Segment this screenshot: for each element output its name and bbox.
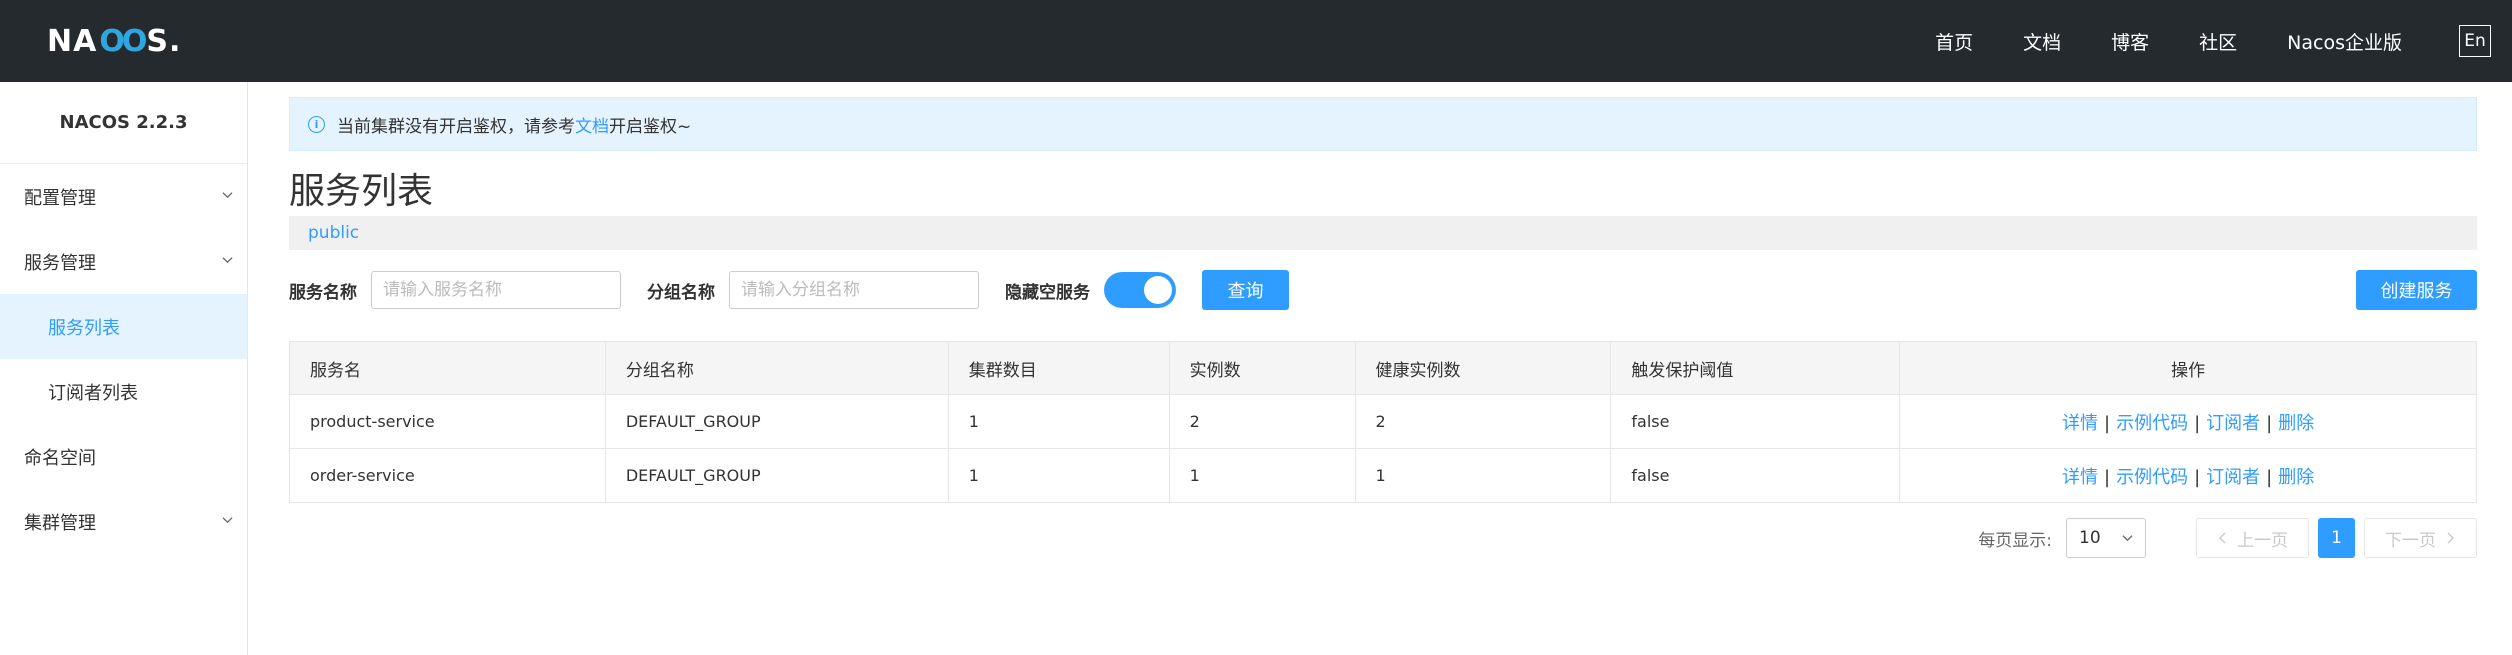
sidebar-item-label: 命名空间 (24, 447, 96, 469)
chevron-down-icon (222, 257, 233, 264)
table-header-row: 服务名 分组名称 集群数目 实例数 健康实例数 触发保护阈值 操作 (289, 341, 2477, 395)
nav-enterprise[interactable]: Nacos企业版 (2287, 28, 2402, 55)
logo-text-s: S (146, 23, 169, 59)
group-name-input[interactable] (729, 271, 979, 309)
cell-operations: 详情 | 示例代码 | 订阅者 | 删除 (1899, 394, 2477, 449)
cell-operations: 详情 | 示例代码 | 订阅者 | 删除 (1899, 448, 2477, 503)
nav-home[interactable]: 首页 (1935, 28, 1973, 55)
create-service-button[interactable]: 创建服务 (2356, 270, 2477, 310)
nav-docs[interactable]: 文档 (2023, 28, 2061, 55)
query-button[interactable]: 查询 (1202, 270, 1289, 310)
info-icon: i (308, 115, 325, 133)
col-healthy-instance-count: 健康实例数 (1354, 341, 1612, 395)
sidebar-item-label: 配置管理 (24, 187, 96, 209)
service-name-input[interactable] (371, 271, 621, 309)
nacos-logo[interactable]: NA OO S . (47, 22, 181, 60)
notice-text-before: 当前集群没有开启鉴权，请参考 (337, 116, 575, 137)
sidebar: NACOS 2.2.3 配置管理 服务管理 服务列表 订阅者列表 命名空间 集群… (0, 82, 248, 655)
cell-instance-count: 1 (1168, 448, 1356, 503)
pagination: 每页显示: 10 上一页 1 下一页 (1978, 518, 2477, 558)
sidebar-item-label: 服务管理 (24, 252, 96, 274)
logo-dot: . (168, 23, 182, 59)
sidebar-item-label: 集群管理 (24, 512, 96, 534)
group-name-label: 分组名称 (647, 282, 715, 303)
sidebar-item-config-management[interactable]: 配置管理 (0, 164, 247, 229)
table-row: order-service DEFAULT_GROUP 1 1 1 false … (289, 448, 2477, 503)
chevron-right-icon (2447, 532, 2454, 544)
cell-healthy-count: 2 (1354, 394, 1612, 449)
col-protect-threshold: 触发保护阈值 (1610, 341, 1901, 395)
logo-text-oo: OO (99, 23, 147, 59)
per-page-label: 每页显示: (1978, 530, 2052, 551)
language-switch-button[interactable]: En (2459, 25, 2491, 57)
top-header: NA OO S . 首页 文档 博客 社区 Nacos企业版 En (0, 0, 2512, 82)
service-name-label: 服务名称 (289, 282, 357, 303)
logo-text-na: NA (47, 23, 98, 59)
op-separator: | (2266, 466, 2273, 488)
sidebar-item-service-management[interactable]: 服务管理 (0, 229, 247, 294)
cell-instance-count: 2 (1168, 394, 1356, 449)
notice-docs-link[interactable]: 文档 (575, 112, 609, 137)
sidebar-item-namespace[interactable]: 命名空间 (0, 424, 247, 489)
cell-healthy-count: 1 (1354, 448, 1612, 503)
op-separator: | (2104, 412, 2111, 434)
op-separator: | (2104, 466, 2111, 488)
next-page-button[interactable]: 下一页 (2364, 518, 2477, 558)
top-nav: 首页 文档 博客 社区 Nacos企业版 En (1885, 0, 2512, 82)
cell-cluster-count: 1 (947, 448, 1170, 503)
delete-link[interactable]: 删除 (2278, 467, 2314, 488)
page-title: 服务列表 (289, 171, 434, 212)
detail-link[interactable]: 详情 (2062, 467, 2098, 488)
nav-community[interactable]: 社区 (2199, 28, 2237, 55)
op-separator: | (2194, 466, 2201, 488)
cell-cluster-count: 1 (947, 394, 1170, 449)
namespace-tab-public[interactable]: public (308, 223, 359, 243)
cell-group-name: DEFAULT_GROUP (604, 448, 949, 503)
table-row: product-service DEFAULT_GROUP 1 2 2 fals… (289, 394, 2477, 449)
sidebar-item-label: 服务列表 (48, 317, 120, 339)
col-service-name: 服务名 (289, 341, 606, 395)
chevron-left-icon (2219, 532, 2226, 544)
chevron-down-icon (222, 517, 233, 524)
op-separator: | (2266, 412, 2273, 434)
hide-empty-label: 隐藏空服务 (1005, 282, 1090, 303)
col-operations: 操作 (1899, 341, 2477, 395)
sample-code-link[interactable]: 示例代码 (2116, 413, 2188, 434)
prev-page-button[interactable]: 上一页 (2196, 518, 2309, 558)
delete-link[interactable]: 删除 (2278, 413, 2314, 434)
toggle-knob (1144, 276, 1172, 304)
prev-page-label: 上一页 (2237, 530, 2288, 551)
cell-protect-threshold: false (1610, 448, 1901, 503)
page-size-select[interactable]: 10 (2066, 518, 2146, 558)
service-table: 服务名 分组名称 集群数目 实例数 健康实例数 触发保护阈值 操作 produc… (289, 341, 2477, 503)
hide-empty-toggle[interactable] (1104, 272, 1176, 308)
page-size-value: 10 (2079, 528, 2101, 548)
filter-bar: 服务名称 分组名称 隐藏空服务 查询 创建服务 (289, 270, 2477, 310)
sidebar-item-subscriber-list[interactable]: 订阅者列表 (0, 359, 247, 424)
subscribers-link[interactable]: 订阅者 (2206, 467, 2260, 488)
sidebar-item-cluster-management[interactable]: 集群管理 (0, 489, 247, 554)
version-label: NACOS 2.2.3 (0, 82, 247, 164)
detail-link[interactable]: 详情 (2062, 413, 2098, 434)
cell-protect-threshold: false (1610, 394, 1901, 449)
col-group-name: 分组名称 (604, 341, 949, 395)
notice-text-after: 开启鉴权~ (609, 116, 692, 137)
next-page-label: 下一页 (2385, 530, 2436, 551)
page-number-current[interactable]: 1 (2318, 518, 2355, 558)
col-instance-count: 实例数 (1168, 341, 1356, 395)
sample-code-link[interactable]: 示例代码 (2116, 467, 2188, 488)
cell-service-name: order-service (289, 448, 606, 503)
col-cluster-count: 集群数目 (947, 341, 1170, 395)
sidebar-item-service-list[interactable]: 服务列表 (0, 294, 247, 359)
nav-blog[interactable]: 博客 (2111, 28, 2149, 55)
cell-service-name: product-service (289, 394, 606, 449)
subscribers-link[interactable]: 订阅者 (2206, 413, 2260, 434)
namespace-bar: public (289, 216, 2477, 250)
chevron-down-icon (2122, 535, 2133, 542)
sidebar-item-label: 订阅者列表 (48, 382, 138, 404)
op-separator: | (2194, 412, 2201, 434)
cell-group-name: DEFAULT_GROUP (604, 394, 949, 449)
chevron-down-icon (222, 192, 233, 199)
auth-notice: i 当前集群没有开启鉴权，请参考 文档 开启鉴权~ (289, 97, 2477, 151)
